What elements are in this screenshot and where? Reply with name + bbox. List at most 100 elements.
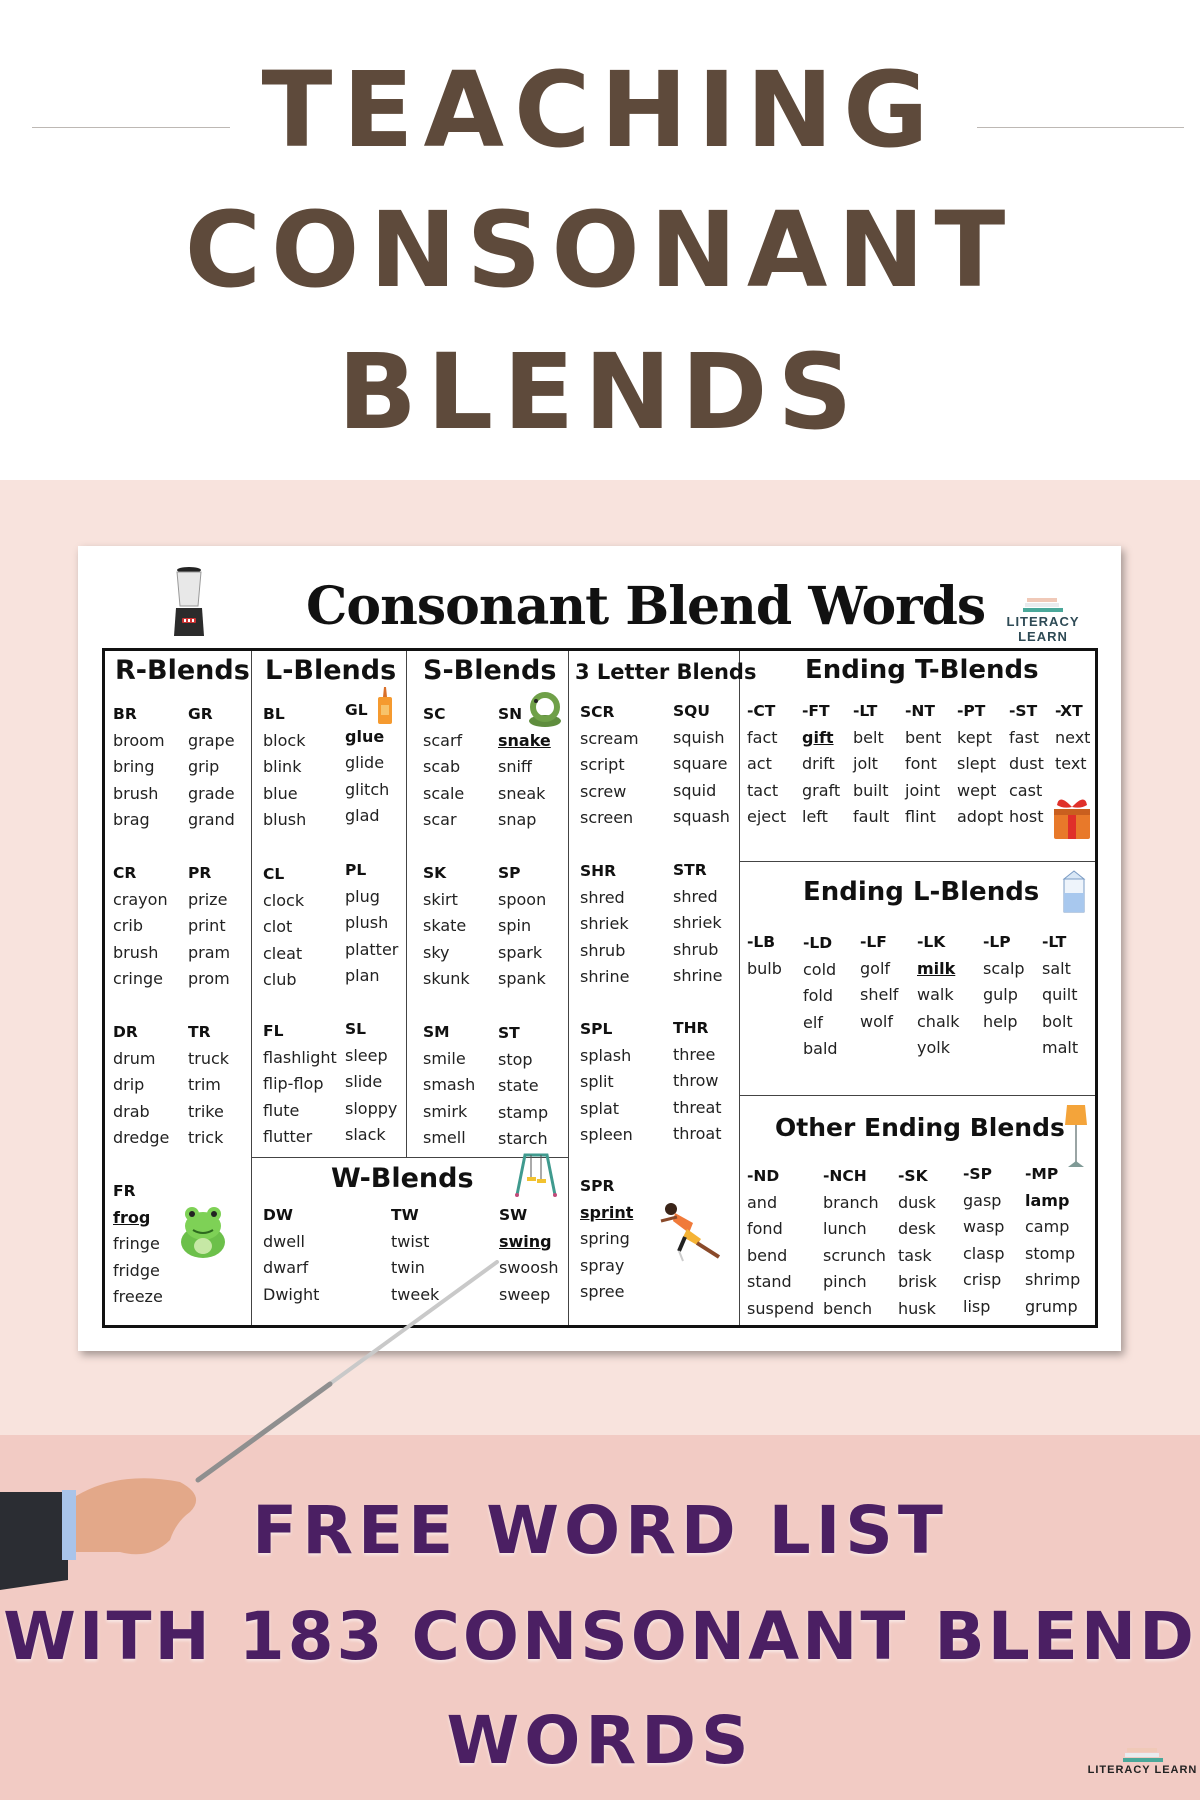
group-gr: GR grape grip grade grand <box>188 701 235 834</box>
word-highlight: glue <box>345 726 385 746</box>
word: block <box>263 730 306 750</box>
word: sleep <box>345 1045 388 1065</box>
group-sk-end: -SK dusk desk task brisk husk <box>898 1163 937 1322</box>
word: crisp <box>963 1270 1002 1289</box>
divider <box>251 651 252 1325</box>
group-head: TR <box>188 1023 211 1041</box>
word: square <box>673 754 728 773</box>
word: clock <box>263 890 305 910</box>
group-head: SC <box>423 705 446 723</box>
word: scrunch <box>823 1245 886 1265</box>
word: grade <box>188 783 235 803</box>
group-st-end: -ST fast dust cast host <box>1009 698 1044 831</box>
word: task <box>898 1245 932 1265</box>
word-highlight: milk <box>917 958 956 978</box>
word-highlight: frog <box>113 1207 151 1227</box>
group-head: DW <box>263 1206 293 1224</box>
group-head: PL <box>345 861 367 879</box>
word: sniff <box>498 757 532 776</box>
worksheet-title: Consonant Blend Words <box>306 576 986 637</box>
word: prize <box>188 889 228 909</box>
group-lt: -LT belt jolt built fault <box>853 698 889 831</box>
group-head: -LF <box>860 933 887 951</box>
footer-line-2: WITH 183 CONSONANT BLEND <box>3 1598 1197 1675</box>
group-pr: PR prize print pram prom <box>188 860 230 993</box>
section-title-ending-t-blends: Ending T-Blends <box>805 655 1039 685</box>
word: dwell <box>263 1231 305 1251</box>
word: drift <box>802 754 835 773</box>
swing-set-icon <box>515 1153 557 1197</box>
section-title-3-letter-blends: 3 Letter Blends <box>575 660 757 684</box>
word: bend <box>747 1245 788 1265</box>
word: camp <box>1025 1217 1070 1236</box>
word: bald <box>803 1039 838 1058</box>
books-icon <box>1023 598 1063 612</box>
word: grump <box>1025 1296 1078 1316</box>
group-nt: -NT bent font joint flint <box>905 698 941 831</box>
word: flashlight <box>263 1047 337 1067</box>
section-title-ending-l-blends: Ending L-Blends <box>803 877 1040 907</box>
group-ld: -LD cold fold elf bald <box>803 930 838 1063</box>
word: quilt <box>1042 985 1078 1004</box>
word: flint <box>905 807 936 826</box>
word: scale <box>423 783 465 803</box>
group-sp-end: -SP gasp wasp clasp crisp lisp <box>963 1161 1005 1320</box>
word: bench <box>823 1298 873 1318</box>
word: bulb <box>747 958 782 978</box>
word: scar <box>423 810 457 829</box>
group-lf: -LF golf shelf wolf <box>860 929 898 1035</box>
word: truck <box>188 1048 230 1068</box>
word: starch <box>498 1129 548 1148</box>
word: act <box>747 754 772 773</box>
word: squid <box>673 780 717 800</box>
header: TEACHING CONSONANT BLENDS <box>0 0 1200 480</box>
word: pinch <box>823 1272 867 1291</box>
group-head: SM <box>423 1023 450 1041</box>
word: sloppy <box>345 1098 398 1118</box>
word: state <box>498 1076 539 1095</box>
frog-icon <box>181 1207 225 1258</box>
word: golf <box>860 958 891 978</box>
word-highlight: swing <box>499 1231 552 1251</box>
group-lp: -LP scalp gulp help <box>983 929 1025 1035</box>
group-sl: SL sleep slide sloppy slack <box>345 1016 397 1149</box>
word: broom <box>113 730 165 750</box>
word: shriek <box>580 914 629 933</box>
word: smell <box>423 1128 466 1147</box>
word: drum <box>113 1048 156 1068</box>
word: branch <box>823 1192 879 1212</box>
word: scalp <box>983 958 1025 978</box>
word: eject <box>747 807 787 826</box>
group-head: SPL <box>580 1020 613 1038</box>
footer-line-1: FREE WORD LIST <box>252 1492 948 1569</box>
word: print <box>188 916 226 935</box>
word: shrub <box>580 940 626 960</box>
group-bl: BL block blink blue blush <box>263 701 306 834</box>
word: glide <box>345 753 385 772</box>
word: font <box>905 754 937 773</box>
word: squash <box>673 807 730 826</box>
group-head: -LP <box>983 933 1011 951</box>
word: skate <box>423 916 467 935</box>
divider <box>739 861 1095 862</box>
word: cold <box>803 959 837 979</box>
word: dust <box>1009 754 1044 773</box>
word: clasp <box>963 1243 1005 1263</box>
footer-brand-name: LITERACY LEARN <box>1087 1764 1198 1776</box>
word: shrine <box>580 967 630 986</box>
group-head: -NCH <box>823 1167 867 1185</box>
word: spark <box>498 942 543 962</box>
group-spl: SPL splash split splat spleen <box>580 1016 633 1149</box>
group-head: -SK <box>898 1167 928 1185</box>
section-title-l-blends: L-Blends <box>265 655 397 686</box>
group-head: FL <box>263 1022 284 1040</box>
group-ft: -FT gift drift graft left <box>802 698 840 831</box>
word: flute <box>263 1100 300 1120</box>
group-head: -CT <box>747 702 776 720</box>
word: squish <box>673 727 725 747</box>
word: sky <box>423 942 450 962</box>
word: clot <box>263 917 293 936</box>
word: crib <box>113 916 143 935</box>
word: scab <box>423 757 461 776</box>
divider <box>739 651 740 1325</box>
